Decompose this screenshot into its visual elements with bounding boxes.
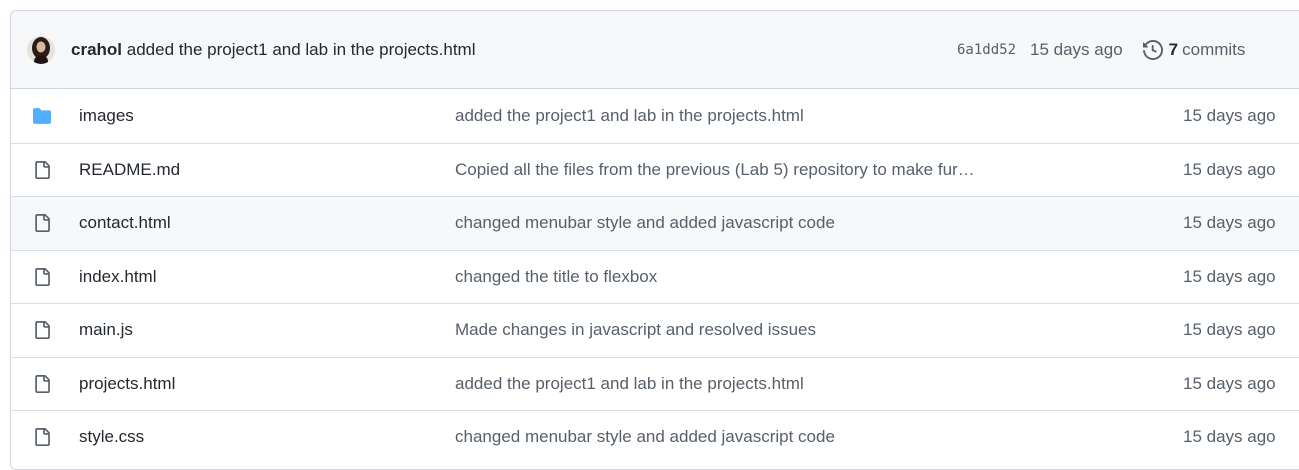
latest-commit-bar: crahol added the project1 and lab in the… (11, 11, 1299, 89)
file-name-link[interactable]: index.html (79, 267, 156, 287)
file-icon (31, 212, 53, 234)
file-age: 15 days ago (1183, 105, 1276, 125)
file-name-link[interactable]: style.css (79, 427, 144, 447)
file-age: 15 days ago (1183, 159, 1276, 179)
commits-label: commits (1182, 40, 1246, 59)
file-name-link[interactable]: README.md (79, 160, 180, 180)
file-commit-message-link[interactable]: added the project1 and lab in the projec… (455, 374, 804, 394)
commits-history-link[interactable]: 7 commits (1142, 40, 1246, 60)
file-icon (31, 319, 53, 341)
file-row[interactable]: index.html changed the title to flexbox … (11, 249, 1299, 304)
file-icon (31, 159, 53, 181)
file-row[interactable]: images added the project1 and lab in the… (11, 89, 1299, 143)
file-age: 15 days ago (1183, 373, 1276, 393)
file-browser: crahol added the project1 and lab in the… (10, 10, 1299, 470)
file-row[interactable]: contact.html changed menubar style and a… (11, 196, 1299, 250)
commit-author-link[interactable]: crahol (71, 40, 122, 59)
file-name-link[interactable]: projects.html (79, 374, 175, 394)
commit-sha-link[interactable]: 6a1dd52 (957, 42, 1016, 58)
file-age: 15 days ago (1183, 320, 1276, 340)
commits-count: 7 (1168, 40, 1179, 59)
file-age: 15 days ago (1183, 213, 1276, 233)
file-row[interactable]: style.css changed menubar style and adde… (11, 410, 1299, 464)
file-list: images added the project1 and lab in the… (11, 89, 1299, 464)
file-name-link[interactable]: images (79, 106, 134, 126)
file-commit-message-link[interactable]: Made changes in javascript and resolved … (455, 320, 816, 340)
file-icon (31, 266, 53, 288)
file-commit-message-link[interactable]: changed menubar style and added javascri… (455, 213, 835, 233)
file-commit-message-link[interactable]: changed menubar style and added javascri… (455, 427, 835, 447)
commit-meta: 6a1dd52 15 days ago 7 commits (957, 11, 1245, 89)
file-name-link[interactable]: main.js (79, 320, 133, 340)
file-commit-message-link[interactable]: added the project1 and lab in the projec… (455, 106, 804, 126)
file-row[interactable]: README.md Copied all the files from the … (11, 142, 1299, 197)
commit-age: 15 days ago (1030, 40, 1123, 59)
file-age: 15 days ago (1183, 266, 1276, 286)
file-commit-message-link[interactable]: Copied all the files from the previous (… (455, 160, 975, 180)
file-icon (31, 426, 53, 448)
file-commit-message-link[interactable]: changed the title to flexbox (455, 267, 657, 287)
commit-message-link[interactable]: added the project1 and lab in the projec… (127, 40, 476, 59)
folder-icon (31, 105, 53, 127)
latest-commit-message: crahol added the project1 and lab in the… (71, 40, 476, 60)
file-icon (31, 373, 53, 395)
avatar[interactable] (27, 35, 55, 64)
history-icon (1142, 40, 1163, 60)
file-name-link[interactable]: contact.html (79, 213, 171, 233)
file-row[interactable]: main.js Made changes in javascript and r… (11, 303, 1299, 357)
file-row[interactable]: projects.html added the project1 and lab… (11, 356, 1299, 411)
file-age: 15 days ago (1183, 427, 1276, 447)
